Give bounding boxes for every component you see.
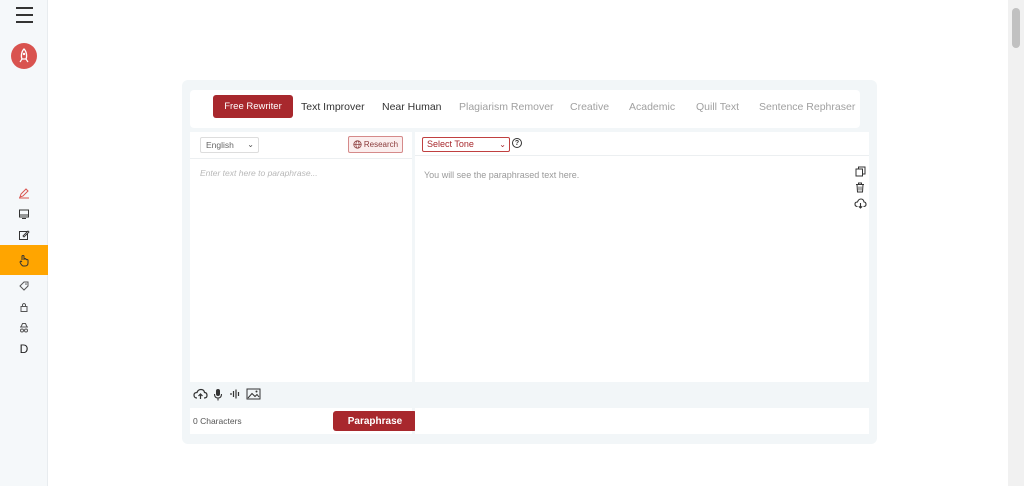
tab-academic[interactable]: Academic bbox=[629, 101, 675, 113]
chevron-down-icon: ⌄ bbox=[247, 140, 254, 149]
sidebar: D bbox=[0, 0, 48, 486]
chevron-down-icon: ⌄ bbox=[499, 140, 506, 149]
lock-icon[interactable] bbox=[0, 296, 48, 317]
tab-near-human[interactable]: Near Human bbox=[382, 101, 442, 113]
audio-wave-icon[interactable] bbox=[227, 387, 243, 401]
rocket-icon[interactable] bbox=[11, 43, 37, 69]
output-footer bbox=[415, 382, 869, 408]
language-select[interactable]: English ⌄ bbox=[200, 137, 259, 153]
edit-icon[interactable] bbox=[0, 224, 48, 245]
tab-text-improver[interactable]: Text Improver bbox=[301, 101, 365, 113]
monitor-icon[interactable] bbox=[0, 203, 48, 224]
page-scrollbar[interactable] bbox=[1008, 0, 1024, 486]
copy-icon[interactable] bbox=[853, 164, 867, 178]
sidebar-item-d[interactable]: D bbox=[0, 338, 48, 359]
image-icon[interactable] bbox=[245, 387, 261, 401]
tag-icon[interactable] bbox=[0, 275, 48, 296]
mode-tabs: Free Rewriter Text Improver Near Human P… bbox=[190, 90, 860, 128]
character-count: 0 Characters bbox=[193, 416, 242, 426]
divider bbox=[415, 155, 869, 156]
paraphraser-card: Free Rewriter Text Improver Near Human P… bbox=[182, 80, 877, 444]
hamburger-icon[interactable] bbox=[16, 7, 33, 23]
question-circle-icon[interactable]: ? bbox=[512, 138, 522, 148]
input-panel: English ⌄ Research Enter text here to pa… bbox=[190, 132, 417, 434]
tab-quill-text[interactable]: Quill Text bbox=[696, 101, 739, 113]
tab-sentence-rephraser[interactable]: Sentence Rephraser bbox=[759, 101, 855, 113]
sidebar-item-d-label: D bbox=[19, 341, 29, 356]
tab-plagiarism-remover[interactable]: Plagiarism Remover bbox=[459, 101, 554, 113]
output-panel: Select Tone ⌄ ? You will see the paraphr… bbox=[415, 132, 869, 434]
research-label: Research bbox=[363, 140, 399, 149]
research-button[interactable]: Research bbox=[348, 136, 403, 153]
cloud-download-icon[interactable] bbox=[853, 196, 867, 210]
cloud-upload-icon[interactable] bbox=[192, 387, 208, 401]
pen-icon[interactable] bbox=[0, 182, 48, 203]
tab-free-rewriter[interactable]: Free Rewriter bbox=[213, 95, 293, 118]
incognito-icon[interactable] bbox=[0, 317, 48, 338]
globe-icon bbox=[353, 140, 362, 149]
input-textarea[interactable]: Enter text here to paraphrase... bbox=[200, 168, 400, 178]
hand-pointer-icon[interactable] bbox=[0, 245, 48, 275]
microphone-icon[interactable] bbox=[210, 387, 226, 401]
trash-icon[interactable] bbox=[853, 180, 867, 194]
output-text: You will see the paraphrased text here. bbox=[424, 170, 580, 180]
divider bbox=[190, 158, 412, 159]
tab-creative[interactable]: Creative bbox=[570, 101, 609, 113]
language-value: English bbox=[206, 140, 234, 150]
tone-select[interactable]: Select Tone ⌄ bbox=[422, 137, 510, 152]
paraphrase-button[interactable]: Paraphrase bbox=[333, 411, 417, 431]
tone-value: Select Tone bbox=[427, 139, 474, 149]
scrollbar-thumb[interactable] bbox=[1012, 8, 1020, 48]
